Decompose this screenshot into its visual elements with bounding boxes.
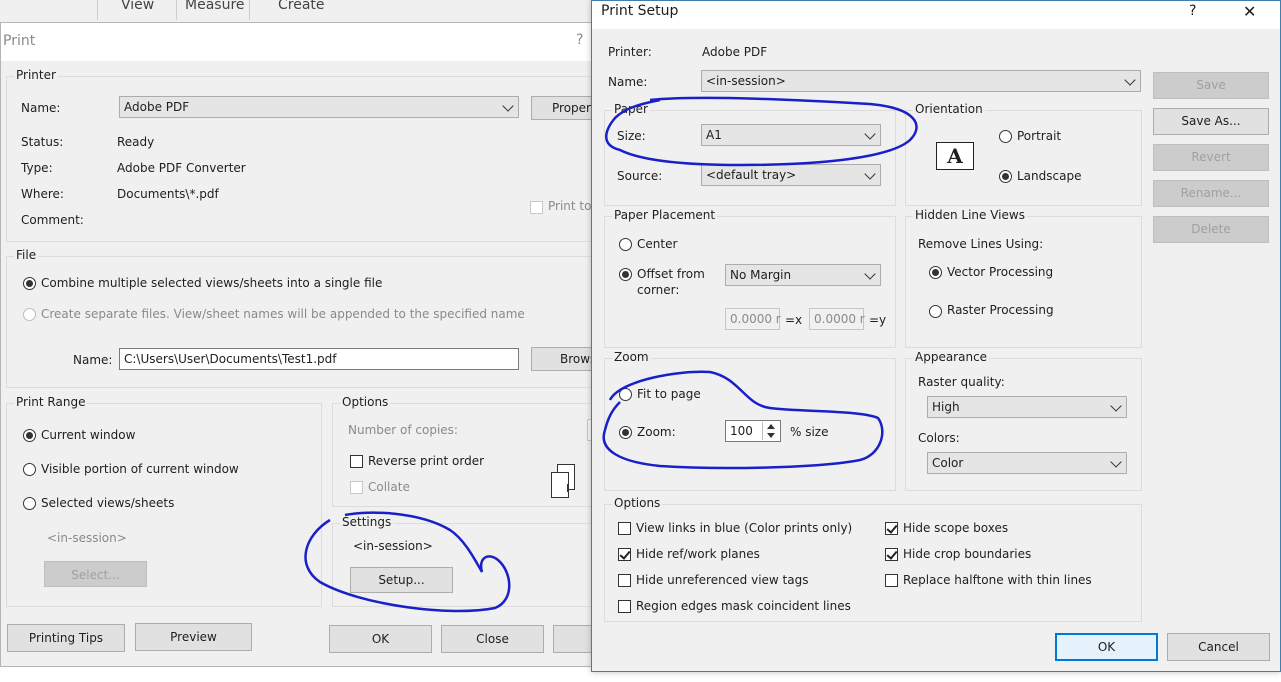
annotation-overlay (304, 96, 918, 613)
annotation-circle-setup (304, 511, 511, 613)
annotation-circle-paper (605, 96, 918, 167)
annotation-circle-zoom (602, 370, 884, 470)
